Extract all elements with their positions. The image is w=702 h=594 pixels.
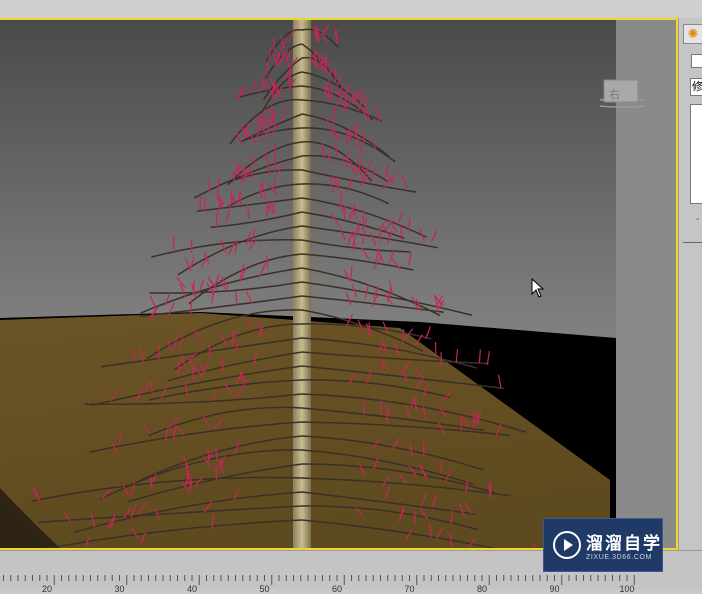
tree-bud (403, 329, 404, 343)
ruler-tick-label: 50 (259, 584, 269, 594)
panel-divider (683, 242, 702, 243)
tree-bud (335, 68, 336, 82)
play-icon (552, 530, 582, 560)
tree-bud (178, 362, 179, 376)
tree-bud (267, 254, 268, 268)
ruler-tick-label: 70 (404, 584, 414, 594)
ruler-tick-label: 20 (42, 584, 52, 594)
ruler-tick-label: 80 (477, 584, 487, 594)
tree-bud (173, 236, 174, 250)
mouse-cursor-icon (531, 278, 545, 298)
perspective-viewport[interactable]: 右 (0, 18, 678, 550)
panel-checkbox[interactable] (691, 54, 702, 68)
tree-bud (236, 291, 237, 305)
tree-bud (409, 217, 410, 231)
ruler-tick-label: 90 (549, 584, 559, 594)
watermark-subtitle: ZIXUE.3D66.COM (586, 554, 652, 561)
panel-minus-icon[interactable]: - (696, 214, 699, 225)
watermark-logo: 溜溜自学 ZIXUE.3D66.COM (543, 518, 663, 572)
viewcube[interactable] (600, 78, 644, 108)
tree-bud (318, 28, 319, 42)
scene-render (0, 20, 676, 548)
ruler-tick-label: 40 (187, 584, 197, 594)
sun-icon[interactable]: ✺ (683, 24, 702, 44)
viewcube-face-label: 右 (609, 86, 620, 102)
watermark-title: 溜溜自学 (586, 529, 662, 554)
tree-bud (191, 300, 192, 314)
ruler-tick-label: 30 (114, 584, 124, 594)
ruler-tick-label: 100 (619, 584, 634, 594)
ruler-tick-label: 60 (332, 584, 342, 594)
command-panel: ✺ 修 - (678, 18, 702, 550)
viewport-top-bar (0, 0, 702, 18)
modifier-field[interactable]: 修 (690, 78, 702, 96)
tree-bud (159, 346, 160, 360)
modifier-list[interactable] (690, 104, 702, 204)
